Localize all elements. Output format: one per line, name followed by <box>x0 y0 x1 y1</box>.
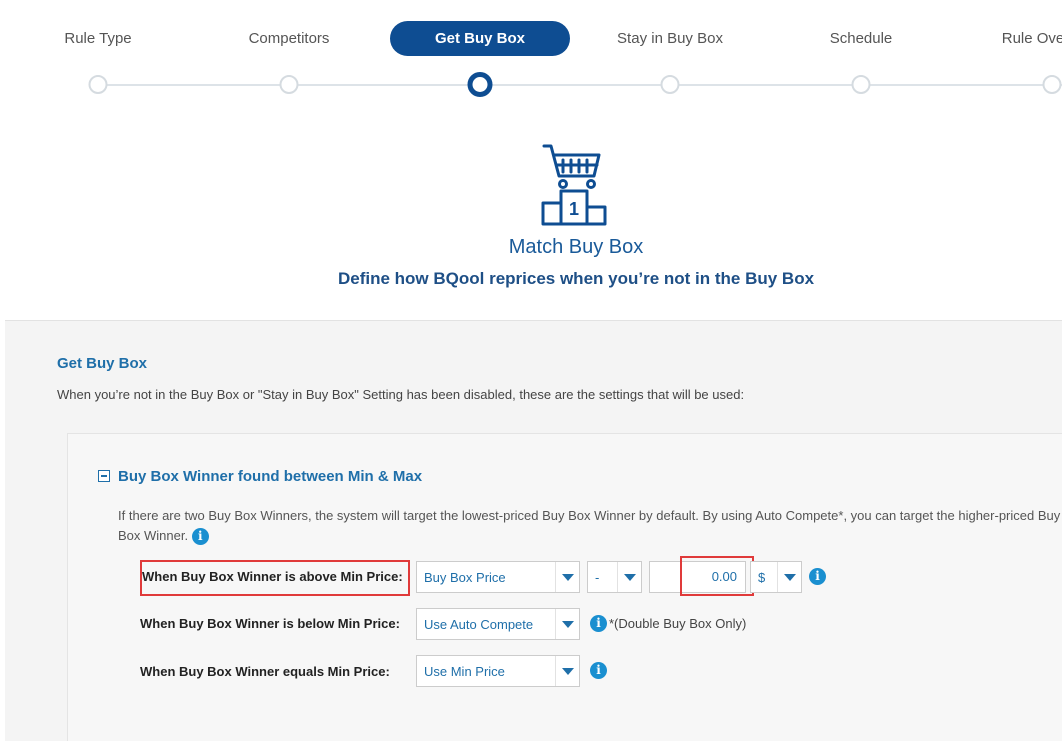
above-min-price-select[interactable]: Buy Box Price <box>416 561 580 593</box>
above-min-unit-select[interactable]: $ <box>750 561 802 593</box>
step-competitors[interactable]: Competitors <box>249 30 330 47</box>
step-dot-competitors[interactable] <box>279 75 299 94</box>
step-dot-schedule[interactable] <box>851 75 871 94</box>
below-min-value: Use Auto Compete <box>424 617 534 632</box>
section-card: Buy Box Winner found between Min & Max I… <box>67 433 1062 741</box>
info-icon[interactable]: i <box>809 568 826 585</box>
settings-panel: Get Buy Box When you’re not in the Buy B… <box>5 320 1062 741</box>
cart-podium-icon: 1 <box>541 144 607 226</box>
chevron-down-icon[interactable] <box>555 609 579 639</box>
wizard-stepper: Rule Type Competitors Get Buy Box Stay i… <box>0 0 1062 110</box>
svg-text:1: 1 <box>569 199 579 219</box>
stepper-track <box>98 84 1062 86</box>
equals-min-select[interactable]: Use Min Price <box>416 655 580 687</box>
equals-min-label: When Buy Box Winner equals Min Price: <box>140 664 390 679</box>
chevron-down-icon[interactable] <box>555 562 579 592</box>
section-description-text: If there are two Buy Box Winners, the sy… <box>118 508 1061 543</box>
below-min-select[interactable]: Use Auto Compete <box>416 608 580 640</box>
chevron-down-icon[interactable] <box>555 656 579 686</box>
section-title[interactable]: Buy Box Winner found between Min & Max <box>118 468 422 485</box>
info-icon[interactable]: i <box>590 662 607 679</box>
step-stay-in-buy-box[interactable]: Stay in Buy Box <box>617 30 723 47</box>
step-schedule[interactable]: Schedule <box>830 30 893 47</box>
chevron-down-icon[interactable] <box>777 562 801 592</box>
step-rule-type[interactable]: Rule Type <box>64 30 131 47</box>
step-dot-rule-type[interactable] <box>88 75 108 94</box>
highlight-box-amount <box>680 556 754 596</box>
step-dot-rule-overview[interactable] <box>1042 75 1062 94</box>
step-dot-get-buy-box[interactable] <box>467 72 493 97</box>
panel-title: Get Buy Box <box>57 355 148 372</box>
panel-description: When you’re not in the Buy Box or "Stay … <box>57 387 745 402</box>
above-min-price-value: Buy Box Price <box>424 570 506 585</box>
page-title: Match Buy Box <box>508 236 644 258</box>
below-min-label: When Buy Box Winner is below Min Price: <box>140 616 400 631</box>
step-get-buy-box[interactable]: Get Buy Box <box>390 21 570 56</box>
chevron-down-icon[interactable] <box>617 562 641 592</box>
above-min-unit-value: $ <box>758 570 766 585</box>
above-min-operator-select[interactable]: - <box>587 561 642 593</box>
step-rule-overview[interactable]: Rule Ove <box>1002 30 1062 47</box>
info-icon[interactable]: i <box>191 528 209 546</box>
above-min-label: When Buy Box Winner is above Min Price: <box>142 569 403 584</box>
section-description: If there are two Buy Box Winners, the sy… <box>118 506 1062 546</box>
page-subtitle: Define how BQool reprices when you’re no… <box>337 269 815 288</box>
above-min-operator-value: - <box>595 570 600 585</box>
step-dot-stay-in-buy-box[interactable] <box>660 75 680 94</box>
collapse-toggle-icon[interactable] <box>98 470 110 482</box>
info-icon[interactable]: i <box>590 615 607 632</box>
equals-min-value: Use Min Price <box>424 664 505 679</box>
double-buy-box-note: *(Double Buy Box Only) <box>609 616 747 631</box>
